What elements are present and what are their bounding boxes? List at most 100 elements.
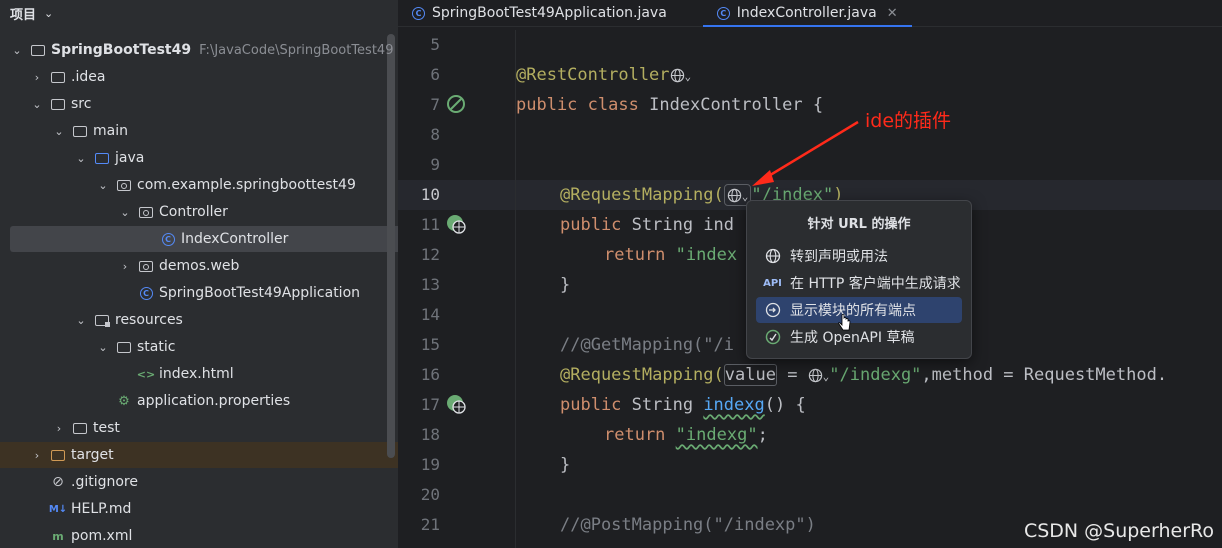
line-number: 12 — [420, 245, 440, 264]
tree-item-controller[interactable]: ⌄ Controller — [0, 199, 398, 225]
chevron-right-icon[interactable]: › — [52, 422, 66, 435]
line-number: 16 — [420, 365, 440, 384]
tab-label: IndexController.java — [736, 5, 877, 21]
chevron-down-icon[interactable]: ⌄ — [74, 152, 88, 165]
maven-icon: m — [52, 529, 64, 543]
project-panel: 项目 ⌄ ⌄ SpringBootTest49 F:\JavaCode\Spri… — [0, 0, 398, 548]
tree-item-java[interactable]: ⌄ java — [0, 145, 398, 171]
spring-boot-class-icon: C — [138, 286, 154, 300]
api-icon: API — [763, 277, 782, 289]
annotation-text: ide的插件 — [865, 110, 952, 132]
menu-item-label: 转到声明或用法 — [790, 249, 888, 265]
menu-item-openapi-draft[interactable]: 生成 OpenAPI 草稿 — [756, 324, 962, 350]
package-icon — [138, 205, 154, 219]
tree-item-label: static — [137, 339, 176, 355]
chevron-down-icon[interactable]: ⌄ — [10, 44, 24, 57]
spring-boot-class-icon: C — [412, 6, 425, 20]
chevron-down-icon[interactable]: ⌄ — [685, 70, 692, 83]
tree-item-label: main — [93, 123, 128, 139]
tree-item-resources[interactable]: ⌄ resources — [0, 307, 398, 333]
line-number: 8 — [430, 125, 440, 144]
tree-item-gitignore[interactable]: ⊘ .gitignore — [0, 469, 398, 495]
resources-folder-icon — [94, 313, 110, 327]
tree-item-src[interactable]: ⌄ src — [0, 91, 398, 117]
code-line-15: //@GetMapping("/i — [560, 335, 734, 355]
request-mapping-icon[interactable] — [446, 214, 466, 234]
project-panel-header[interactable]: 项目 ⌄ — [0, 0, 398, 26]
code-line-18: return "indexg"; — [604, 425, 768, 445]
chevron-down-icon[interactable]: ⌄ — [96, 179, 110, 192]
openapi-icon — [764, 329, 781, 345]
chevron-right-icon[interactable]: › — [30, 449, 44, 462]
chevron-down-icon[interactable]: ⌄ — [44, 7, 53, 20]
code-line-17: public String indexg() { — [560, 395, 806, 415]
popup-title: 针对 URL 的操作 — [807, 217, 911, 232]
tree-item-label: HELP.md — [71, 501, 132, 517]
chevron-down-icon[interactable]: ⌄ — [52, 125, 66, 138]
tab-application[interactable]: C SpringBootTest49Application.java — [398, 0, 681, 26]
chevron-down-icon[interactable]: ⌄ — [118, 206, 132, 219]
spring-bean-icon[interactable] — [446, 94, 466, 114]
source-folder-icon — [94, 151, 110, 165]
line-number: 11 — [420, 215, 440, 234]
chevron-down-icon[interactable]: ⌄ — [30, 98, 44, 111]
tree-item-application-properties[interactable]: ⚙ application.properties — [0, 388, 398, 414]
chevron-right-icon[interactable]: › — [118, 260, 132, 273]
package-icon — [116, 178, 132, 192]
chevron-down-icon[interactable]: ⌄ — [74, 314, 88, 327]
project-panel-title: 项目 — [10, 7, 37, 23]
tree-item-label: src — [71, 96, 92, 112]
folder-icon — [116, 340, 132, 354]
project-scrollbar[interactable] — [387, 34, 395, 458]
tree-item-label: .idea — [71, 69, 106, 85]
code-line-13: } — [560, 275, 571, 295]
excluded-folder-icon — [50, 448, 66, 462]
tree-item-indexcontroller[interactable]: C IndexController — [0, 226, 398, 252]
request-mapping-icon[interactable] — [446, 394, 466, 414]
properties-file-icon: ⚙ — [118, 393, 130, 409]
globe-icon[interactable] — [670, 68, 685, 83]
tab-label: SpringBootTest49Application.java — [432, 5, 667, 21]
folder-icon — [72, 124, 88, 138]
line-number: 15 — [420, 335, 440, 354]
line-number: 20 — [420, 485, 440, 504]
menu-item-show-endpoints[interactable]: 显示模块的所有端点 — [756, 297, 962, 323]
menu-item-http-request[interactable]: API 在 HTTP 客户端中生成请求 — [756, 270, 962, 296]
close-icon[interactable]: ✕ — [887, 6, 898, 21]
tree-item-label: Controller — [159, 204, 228, 220]
project-path: F:\JavaCode\SpringBootTest49 — [199, 42, 394, 58]
line-number: 5 — [430, 35, 440, 54]
annotation-arrow — [752, 120, 859, 186]
line-number: 18 — [420, 425, 440, 444]
tree-item-idea[interactable]: › .idea — [0, 64, 398, 90]
tree-item-target[interactable]: › target — [0, 442, 398, 468]
menu-item-go-to-declaration[interactable]: 转到声明或用法 — [756, 243, 962, 269]
code-line-16: @RequestMapping(value = ⌄"/indexg",metho… — [560, 364, 1168, 386]
code-line-19: } — [560, 455, 571, 475]
tree-item-demos-web[interactable]: › demos.web — [0, 253, 398, 279]
tree-item-test[interactable]: › test — [0, 415, 398, 441]
tree-item-help-md[interactable]: M↓ HELP.md — [0, 496, 398, 522]
module-folder-icon — [30, 43, 46, 57]
tree-item-index-html[interactable]: <> index.html — [0, 361, 398, 387]
chevron-right-icon[interactable]: › — [30, 71, 44, 84]
folder-icon — [72, 421, 88, 435]
folder-icon — [50, 97, 66, 111]
tree-item-label: java — [115, 150, 145, 166]
tree-item-pom-xml[interactable]: m pom.xml — [0, 523, 398, 548]
tree-item-static[interactable]: ⌄ static — [0, 334, 398, 360]
tree-item-main[interactable]: ⌄ main — [0, 118, 398, 144]
tree-item-package[interactable]: ⌄ com.example.springboottest49 — [0, 172, 398, 198]
tab-indexcontroller[interactable]: C IndexController.java ✕ — [702, 0, 912, 27]
line-number: 19 — [420, 455, 440, 474]
menu-item-label: 显示模块的所有端点 — [790, 303, 916, 319]
globe-icon[interactable] — [808, 368, 823, 383]
code-line-12: return "index — [604, 245, 738, 265]
tree-item-application-class[interactable]: C SpringBootTest49Application — [0, 280, 398, 306]
tree-item-project-root[interactable]: ⌄ SpringBootTest49 F:\JavaCode\SpringBoo… — [0, 37, 398, 63]
chevron-down-icon[interactable]: ⌄ — [96, 341, 110, 354]
url-actions-popup: 针对 URL 的操作 转到声明或用法 API 在 HTTP 客户端中生成请求 显… — [746, 200, 972, 359]
line-number: 14 — [420, 305, 440, 324]
line-number: 13 — [420, 275, 440, 294]
tree-item-label: demos.web — [159, 258, 240, 274]
